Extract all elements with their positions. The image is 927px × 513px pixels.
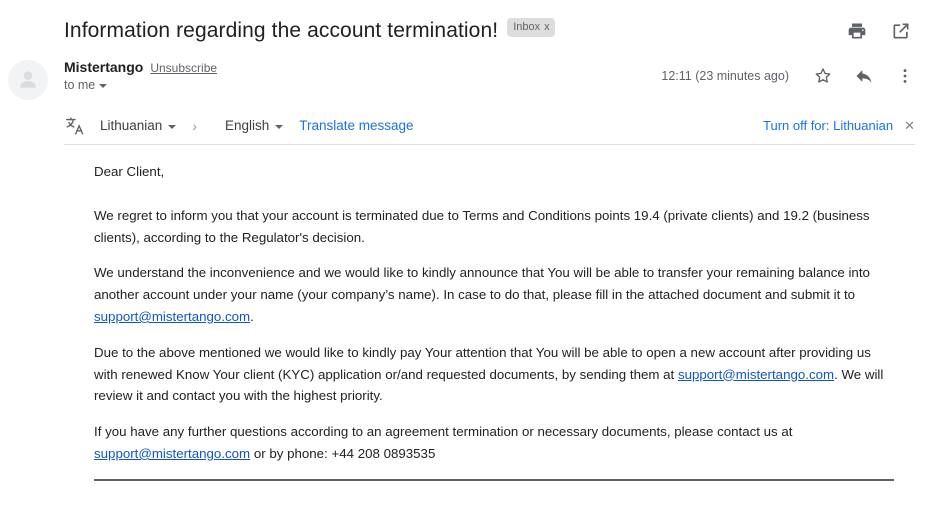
greeting-paragraph: Dear Client, [94, 164, 165, 179]
message-header: Information regarding the account termin… [0, 0, 927, 50]
close-icon[interactable]: ✕ [904, 118, 915, 134]
body-paragraph-4: If you have any further questions accord… [94, 421, 894, 465]
body-paragraph-1: We regret to inform you that your accoun… [94, 207, 870, 245]
chevron-down-icon [99, 84, 108, 88]
language-arrow-separator: › [192, 117, 197, 134]
sender-name[interactable]: Mistertango [64, 59, 143, 75]
paragraph-4-text-before: If you have any further questions accord… [94, 424, 793, 440]
message-timestamp: 12:11 (23 minutes ago) [661, 69, 789, 83]
support-email-link[interactable]: support@mistertango.com [94, 309, 250, 324]
person-avatar-icon [20, 71, 36, 88]
more-options-icon[interactable] [895, 66, 915, 86]
open-in-new-window-icon[interactable] [891, 21, 911, 41]
quoted-text-divider [94, 478, 894, 481]
avatar[interactable] [8, 60, 48, 100]
support-email-link[interactable]: support@mistertango.com [678, 367, 834, 382]
translate-bar: Lithuanian › English Translate message T… [64, 109, 915, 145]
remove-label-icon[interactable]: x [544, 19, 550, 35]
target-language-label: English [224, 118, 270, 133]
header-actions [847, 21, 915, 41]
body-paragraph-3: Due to the above mentioned we would like… [94, 342, 894, 407]
target-language-dropdown[interactable]: English [224, 118, 284, 133]
recipient-dropdown[interactable]: to me [64, 78, 217, 92]
star-icon[interactable] [813, 66, 833, 86]
paragraph-2-text-after: . [250, 308, 254, 324]
paragraph-4-text-after: or by phone: +44 208 0893535 [250, 445, 436, 461]
sender-meta: Mistertango Unsubscribe to me [64, 58, 217, 92]
reply-icon[interactable] [854, 66, 874, 86]
translate-message-button[interactable]: Translate message [299, 118, 413, 133]
support-email-link[interactable]: support@mistertango.com [94, 446, 250, 461]
inbox-label-text: Inbox [513, 21, 541, 33]
turn-off-translate-button[interactable]: Turn off for: Lithuanian [763, 118, 893, 133]
source-language-dropdown[interactable]: Lithuanian [100, 118, 177, 133]
sender-row: Mistertango Unsubscribe to me 12:11 (23 … [0, 50, 927, 106]
print-icon[interactable] [847, 21, 867, 41]
body-paragraph-2: We understand the inconvenience and we w… [94, 262, 894, 327]
sender-actions: 12:11 (23 minutes ago) [661, 58, 915, 86]
inbox-label-badge[interactable]: Inbox x [507, 18, 555, 37]
source-language-label: Lithuanian [100, 118, 163, 133]
page-title: Information regarding the account termin… [64, 18, 499, 42]
chevron-down-icon [275, 124, 284, 129]
chevron-down-icon [168, 124, 177, 129]
message-body: Dear Client, We regret to inform you tha… [0, 145, 927, 465]
recipient-label: to me [64, 78, 96, 92]
translate-icon [64, 115, 86, 137]
unsubscribe-link[interactable]: Unsubscribe [150, 61, 217, 75]
sender-line: Mistertango Unsubscribe [64, 59, 217, 75]
paragraph-2-text-before: We understand the inconvenience and we w… [94, 265, 870, 303]
email-message-view: Information regarding the account termin… [0, 0, 927, 513]
